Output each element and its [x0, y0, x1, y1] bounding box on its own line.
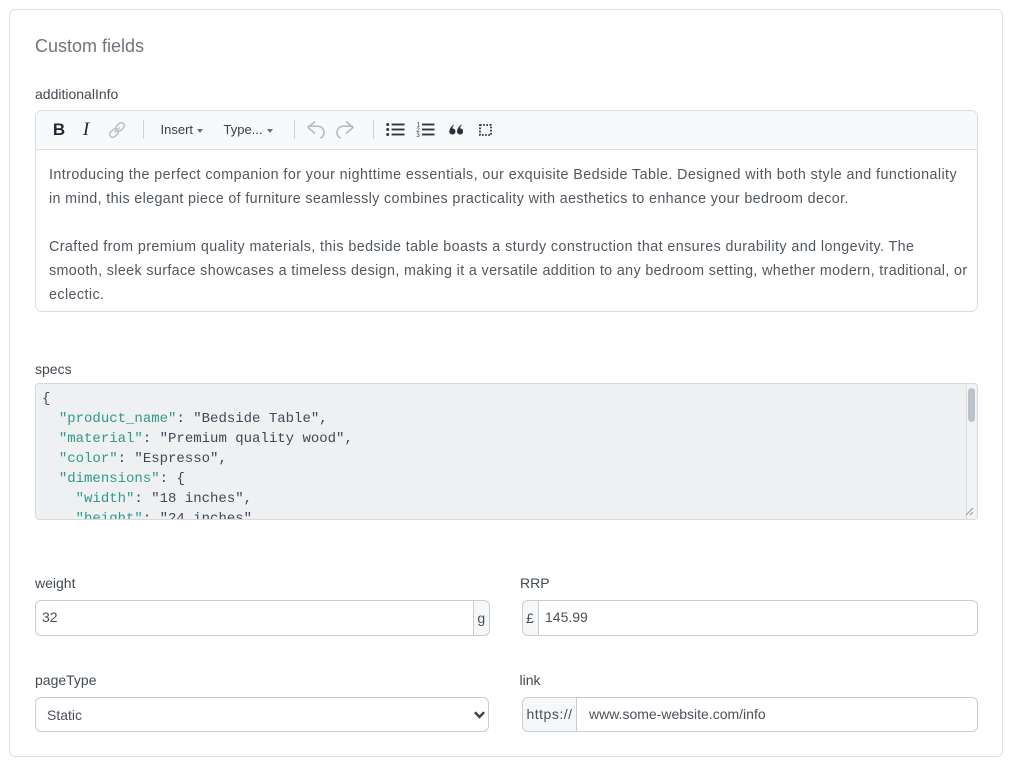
svg-text:3: 3	[416, 132, 420, 137]
